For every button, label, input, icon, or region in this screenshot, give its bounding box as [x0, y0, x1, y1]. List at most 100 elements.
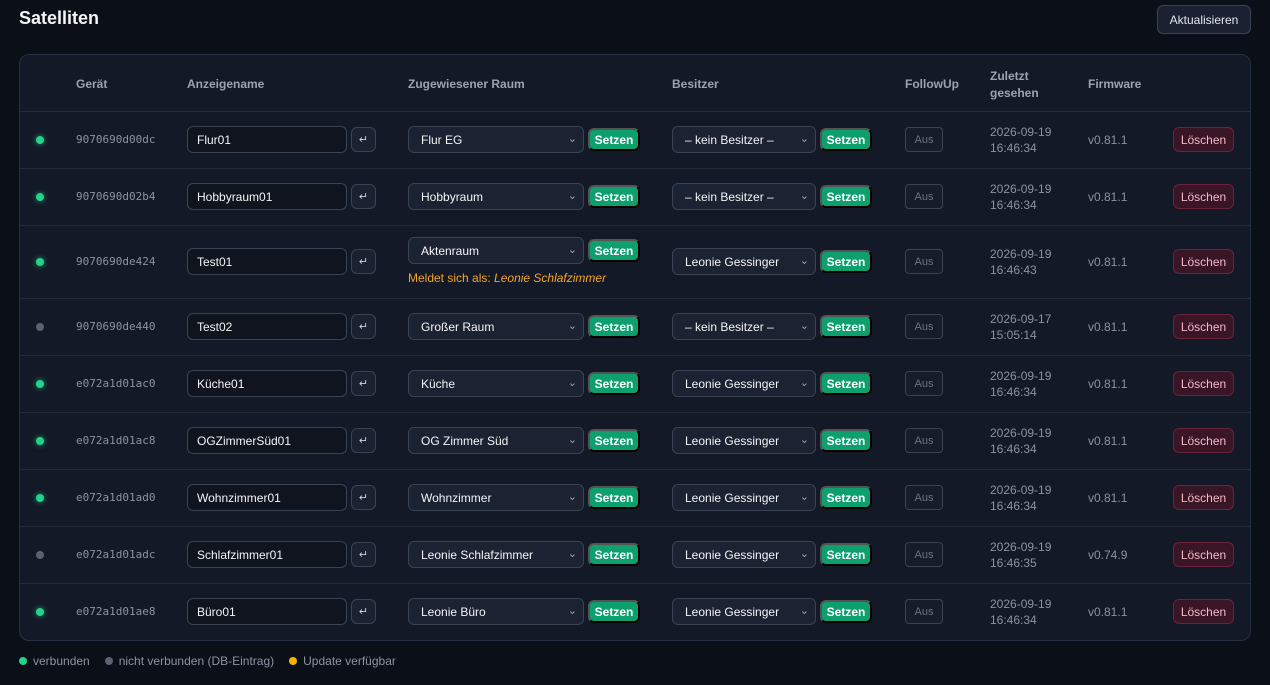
set-owner-button[interactable]: Setzen	[820, 250, 872, 273]
display-name-input[interactable]	[187, 126, 347, 153]
delete-button[interactable]: Löschen	[1173, 428, 1234, 453]
delete-button[interactable]: Löschen	[1173, 314, 1234, 339]
set-owner-button[interactable]: Setzen	[820, 543, 872, 566]
legend: verbunden nicht verbunden (DB-Eintrag) U…	[19, 654, 411, 668]
save-name-button[interactable]: ↵	[351, 127, 376, 152]
owner-select[interactable]: Leonie Gessinger ⌄	[672, 598, 816, 625]
followup-toggle[interactable]: Aus	[905, 599, 943, 624]
display-name-input[interactable]	[187, 183, 347, 210]
save-name-button[interactable]: ↵	[351, 485, 376, 510]
delete-button[interactable]: Löschen	[1173, 599, 1234, 624]
room-select[interactable]: OG Zimmer Süd ⌄	[408, 427, 584, 454]
set-owner-button[interactable]: Setzen	[820, 600, 872, 623]
delete-button[interactable]: Löschen	[1173, 249, 1234, 274]
header-owner: Besitzer	[672, 77, 719, 91]
owner-select[interactable]: Leonie Gessinger ⌄	[672, 248, 816, 275]
set-room-button[interactable]: Setzen	[588, 543, 640, 566]
display-name-input[interactable]	[187, 313, 347, 340]
enter-icon: ↵	[358, 378, 369, 390]
set-room-button[interactable]: Setzen	[588, 315, 640, 338]
table-row: 9070690de440↵Großer Raum⌄Setzen– kein Be…	[20, 298, 1250, 356]
set-owner-button[interactable]: Setzen	[820, 429, 872, 452]
refresh-button[interactable]: Aktualisieren	[1157, 5, 1251, 34]
followup-toggle[interactable]: Aus	[905, 371, 943, 396]
owner-select[interactable]: – kein Besitzer – ⌄	[672, 313, 816, 340]
display-name-input[interactable]	[187, 427, 347, 454]
save-name-button[interactable]: ↵	[351, 249, 376, 274]
page-title: Satelliten	[19, 8, 100, 28]
set-room-button[interactable]: Setzen	[588, 486, 640, 509]
save-name-button[interactable]: ↵	[351, 542, 376, 567]
followup-toggle[interactable]: Aus	[905, 314, 943, 339]
room-select[interactable]: Wohnzimmer ⌄	[408, 484, 584, 511]
enter-icon: ↵	[358, 134, 369, 146]
display-name-input[interactable]	[187, 248, 347, 275]
set-owner-button[interactable]: Setzen	[820, 372, 872, 395]
display-name-input[interactable]	[187, 541, 347, 568]
chevron-down-icon: ⌄	[567, 434, 577, 446]
status-dot-icon	[36, 323, 44, 331]
owner-select-value: – kein Besitzer –	[685, 319, 774, 334]
legend-update: Update verfügbar	[289, 654, 396, 668]
display-name-input[interactable]	[187, 598, 347, 625]
last-seen-time: 16:46:43	[990, 263, 1037, 277]
table-row: 9070690de424 ↵ Aktenraum ⌄ Setzen Meldet sich…	[20, 225, 1250, 299]
delete-button[interactable]: Löschen	[1173, 184, 1234, 209]
set-owner-button[interactable]: Setzen	[820, 128, 872, 151]
set-room-button[interactable]: Setzen	[588, 600, 640, 623]
followup-toggle[interactable]: Aus	[905, 428, 943, 453]
delete-button[interactable]: Löschen	[1173, 127, 1234, 152]
owner-select[interactable]: Leonie Gessinger ⌄	[672, 484, 816, 511]
room-select[interactable]: Hobbyraum ⌄	[408, 183, 584, 210]
followup-toggle[interactable]: Aus	[905, 542, 943, 567]
owner-select[interactable]: – kein Besitzer – ⌄	[672, 126, 816, 153]
device-id: 9070690de424	[76, 255, 156, 268]
save-name-button[interactable]: ↵	[351, 314, 376, 339]
owner-select-value: Leonie Gessinger	[685, 547, 780, 562]
owner-select[interactable]: – kein Besitzer – ⌄	[672, 183, 816, 210]
legend-disconnected: nicht verbunden (DB-Eintrag)	[104, 654, 274, 668]
last-seen-date: 2026-09-19	[990, 426, 1052, 440]
followup-toggle[interactable]: Aus	[905, 127, 943, 152]
followup-toggle[interactable]: Aus	[905, 184, 943, 209]
followup-toggle[interactable]: Aus	[905, 485, 943, 510]
set-room-button[interactable]: Setzen	[588, 128, 640, 151]
save-name-button[interactable]: ↵	[351, 599, 376, 624]
followup-toggle[interactable]: Aus	[905, 249, 943, 274]
set-room-button[interactable]: Setzen	[588, 239, 640, 262]
chevron-down-icon: ⌄	[567, 320, 577, 332]
header-last-seen-line1: Zuletzt	[990, 69, 1029, 83]
delete-button[interactable]: Löschen	[1173, 371, 1234, 396]
display-name-input[interactable]	[187, 370, 347, 397]
last-seen: 2026-09-19 16:46:43	[990, 246, 1051, 278]
room-select[interactable]: Großer Raum ⌄	[408, 313, 584, 340]
set-owner-button[interactable]: Setzen	[820, 315, 872, 338]
room-select[interactable]: Küche ⌄	[408, 370, 584, 397]
owner-select[interactable]: Leonie Gessinger ⌄	[672, 541, 816, 568]
set-room-button[interactable]: Setzen	[588, 372, 640, 395]
save-name-button[interactable]: ↵	[351, 428, 376, 453]
room-select-value: Flur EG	[421, 132, 463, 147]
owner-select[interactable]: Leonie Gessinger ⌄	[672, 427, 816, 454]
save-name-button[interactable]: ↵	[351, 184, 376, 209]
set-room-button[interactable]: Setzen	[588, 429, 640, 452]
owner-select-value: – kein Besitzer –	[685, 189, 774, 204]
room-select[interactable]: Aktenraum ⌄	[408, 237, 584, 264]
display-name-input[interactable]	[187, 484, 347, 511]
last-seen-date: 2026-09-19	[990, 247, 1052, 261]
set-owner-button[interactable]: Setzen	[820, 486, 872, 509]
status-dot-icon	[36, 437, 44, 445]
room-select[interactable]: Leonie Schlafzimmer ⌄	[408, 541, 584, 568]
last-seen: 2026-09-19 16:46:35	[990, 539, 1051, 571]
delete-button[interactable]: Löschen	[1173, 542, 1234, 567]
room-select[interactable]: Leonie Büro ⌄	[408, 598, 584, 625]
set-room-button[interactable]: Setzen	[588, 185, 640, 208]
last-seen-time: 16:46:34	[990, 613, 1037, 627]
room-select-value: Hobbyraum	[421, 189, 484, 204]
set-owner-button[interactable]: Setzen	[820, 185, 872, 208]
owner-select[interactable]: Leonie Gessinger ⌄	[672, 370, 816, 397]
room-select[interactable]: Flur EG ⌄	[408, 126, 584, 153]
device-id: e072a1d01ae8	[76, 605, 156, 618]
save-name-button[interactable]: ↵	[351, 371, 376, 396]
delete-button[interactable]: Löschen	[1173, 485, 1234, 510]
